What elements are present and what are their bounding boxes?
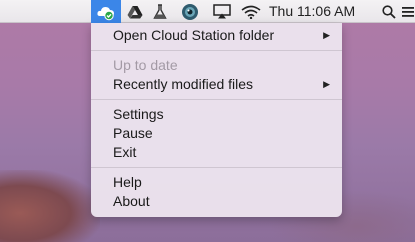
menu-bar: Thu 11:06 AM <box>0 0 415 23</box>
desktop-wallpaper-rock <box>0 170 100 242</box>
menu-separator <box>91 167 342 168</box>
recently-modified-files-item[interactable]: Recently modified files ▶ <box>91 75 342 94</box>
help-item[interactable]: Help <box>91 173 342 192</box>
open-cloud-station-folder-item[interactable]: Open Cloud Station folder ▶ <box>91 26 342 45</box>
submenu-arrow-icon: ▶ <box>323 30 330 40</box>
notification-center-icon[interactable] <box>401 0 415 23</box>
menu-separator <box>91 50 342 51</box>
google-drive-icon[interactable] <box>126 0 144 23</box>
about-item[interactable]: About <box>91 192 342 211</box>
eye-icon[interactable] <box>180 0 200 23</box>
pause-item[interactable]: Pause <box>91 124 342 143</box>
wifi-icon[interactable] <box>240 0 262 23</box>
settings-item[interactable]: Settings <box>91 105 342 124</box>
menubar-clock[interactable]: Thu 11:06 AM <box>269 0 355 23</box>
airplay-icon[interactable] <box>211 0 233 23</box>
menu-separator <box>91 99 342 100</box>
recently-modified-files-label: Recently modified files <box>113 76 254 92</box>
open-cloud-station-folder-label: Open Cloud Station folder <box>113 27 275 43</box>
cloud-station-menu: Open Cloud Station folder ▶ Up to date R… <box>91 23 342 217</box>
submenu-arrow-icon: ▶ <box>323 79 330 89</box>
cloud-station-icon[interactable] <box>91 0 121 23</box>
flask-icon[interactable] <box>151 0 169 23</box>
exit-item[interactable]: Exit <box>91 143 342 162</box>
spotlight-search-icon[interactable] <box>379 0 399 23</box>
sync-status-item: Up to date <box>113 57 178 73</box>
